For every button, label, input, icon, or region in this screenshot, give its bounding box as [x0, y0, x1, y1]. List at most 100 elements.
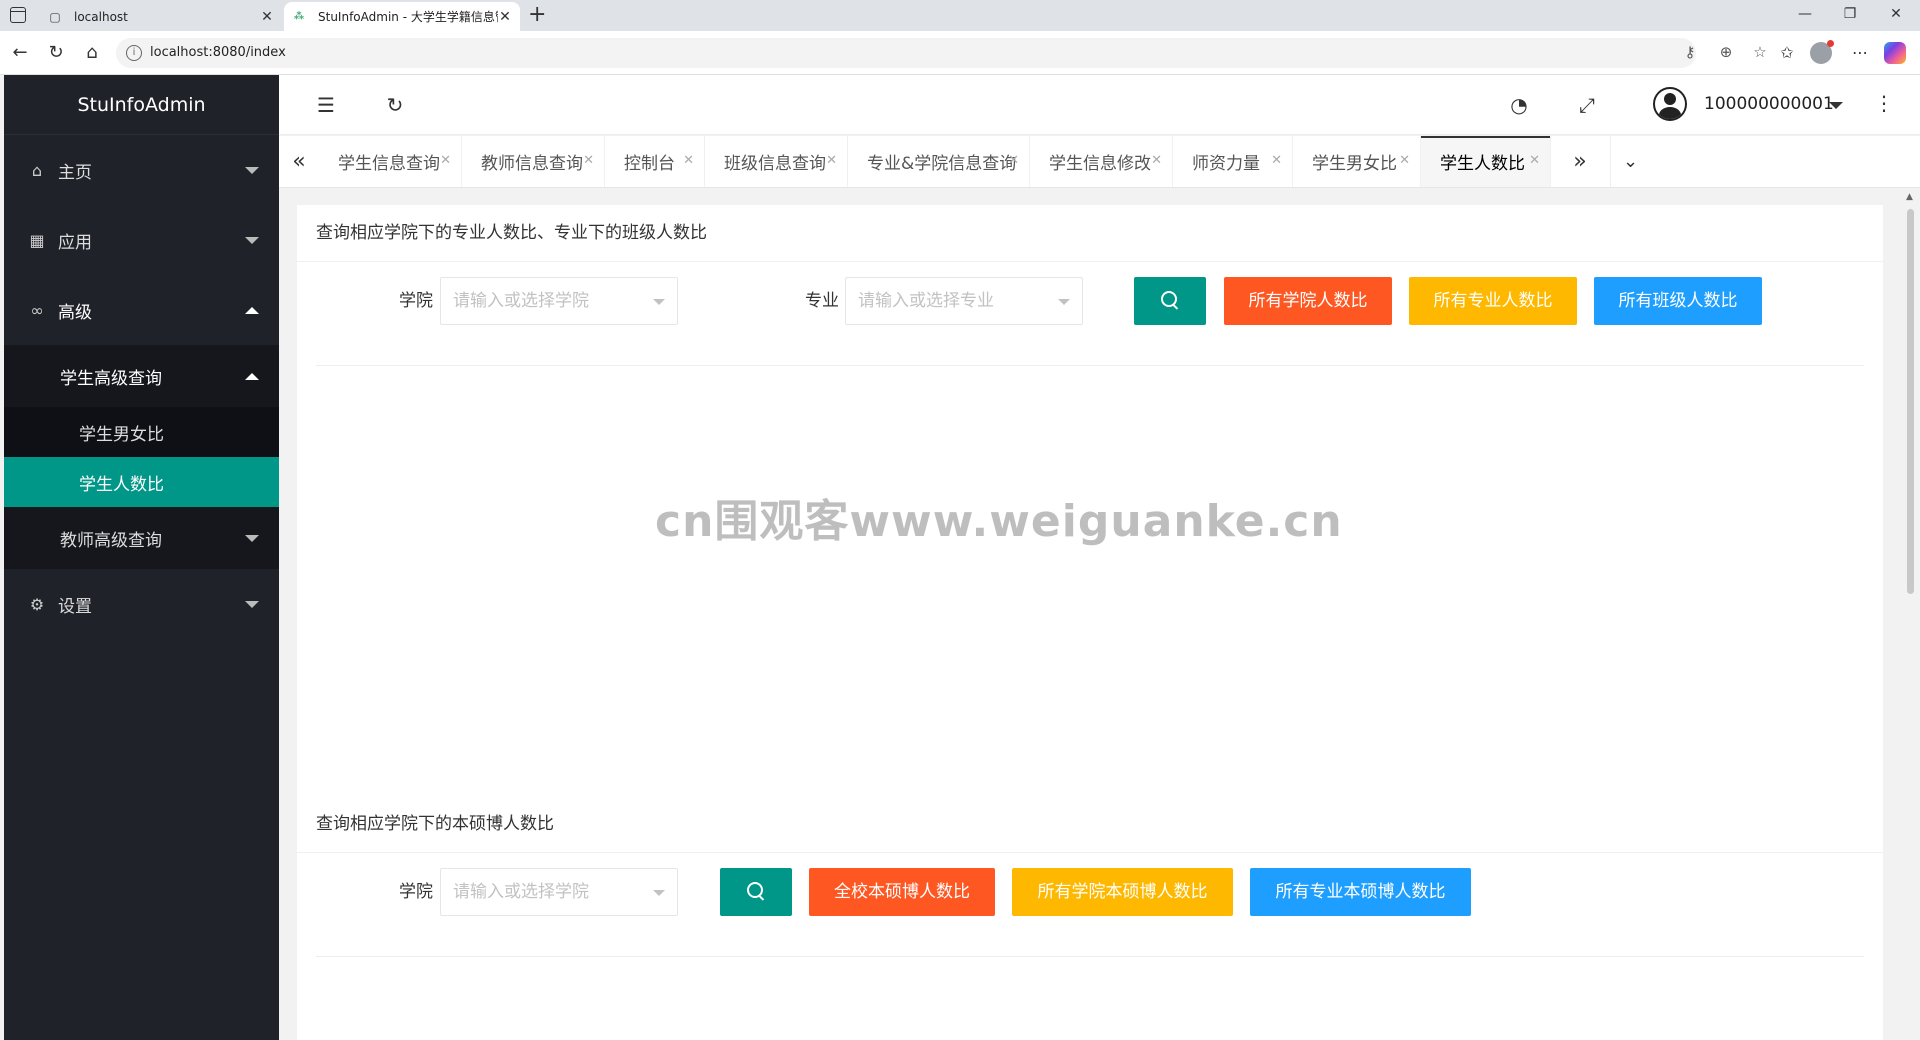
tab-major-college-info-query[interactable]: 专业&学院信息查询 ✕	[848, 136, 1030, 187]
close-icon[interactable]: ✕	[1399, 153, 1410, 168]
tab-label: 学生男女比	[1312, 154, 1397, 174]
scroll-up-icon[interactable]: ▲	[1906, 192, 1913, 202]
close-icon[interactable]: ✕	[440, 153, 451, 168]
browser-tab-title: localhost	[74, 9, 128, 24]
tabs-dropdown-chevron-icon[interactable]: ⌄	[1610, 136, 1650, 187]
content-card: 查询相应学院下的专业人数比、专业下的班级人数比 学院 专业 所有学院人数比 所有…	[297, 205, 1883, 1040]
school-degree-ratio-button[interactable]: 全校本硕博人数比	[809, 868, 995, 916]
fullscreen-icon[interactable]: ⤢	[1575, 93, 1599, 117]
window-menu-icon[interactable]	[10, 7, 26, 23]
search-button[interactable]	[1134, 277, 1206, 325]
site-favicon-icon: ⁂	[293, 10, 305, 22]
close-icon[interactable]: ✕	[1008, 153, 1019, 168]
major-select[interactable]	[845, 277, 1083, 325]
more-vertical-icon[interactable]: ⋮	[1874, 91, 1894, 115]
section-title: 查询相应学院下的专业人数比、专业下的班级人数比	[316, 223, 707, 243]
profile-avatar[interactable]	[1810, 40, 1834, 64]
all-colleges-degree-ratio-button[interactable]: 所有学院本硕博人数比	[1012, 868, 1233, 916]
sidebar-item-apps[interactable]: ▦ 应用	[4, 205, 279, 275]
chevron-up-icon	[245, 307, 259, 314]
chevron-down-icon[interactable]	[1829, 102, 1843, 109]
tab-student-info-edit[interactable]: 学生信息修改 ✕	[1030, 136, 1173, 187]
close-tab-icon[interactable]: ✕	[260, 9, 274, 25]
tab-label: 教师信息查询	[481, 154, 583, 174]
site-info-icon[interactable]: i	[126, 45, 142, 61]
chevron-down-icon[interactable]	[653, 890, 665, 896]
all-colleges-ratio-button[interactable]: 所有学院人数比	[1224, 277, 1392, 325]
divider	[297, 852, 1883, 853]
major-input[interactable]	[846, 278, 1082, 324]
sidebar-item-teacher-advanced-query[interactable]: 教师高级查询	[4, 507, 279, 569]
tab-student-info-query[interactable]: 学生信息查询 ✕	[319, 136, 462, 187]
college-input-2[interactable]	[441, 869, 677, 915]
more-icon[interactable]: ⋯	[1848, 41, 1872, 65]
browser-tab-stuinfoadmin[interactable]: ⁂ StuInfoAdmin - 大学生学籍信息管 ✕	[284, 2, 520, 31]
chevron-up-icon	[245, 373, 259, 380]
url-field[interactable]: i localhost:8080/index ⚷ ⊕ ☆	[116, 38, 1767, 68]
minimize-icon[interactable]: —	[1795, 6, 1815, 22]
close-icon[interactable]: ✕	[1151, 153, 1162, 168]
tab-student-count-ratio[interactable]: 学生人数比 ✕	[1421, 136, 1551, 187]
tabs-scroll-right-icon[interactable]: »	[1560, 136, 1600, 187]
content-scrollbar[interactable]: ▲	[1901, 189, 1920, 1040]
close-tab-icon[interactable]: ✕	[498, 9, 512, 25]
new-tab-icon[interactable]: +	[528, 3, 546, 27]
close-icon[interactable]: ✕	[583, 153, 594, 168]
sidebar-item-label: 主页	[58, 162, 92, 183]
sidebar-item-settings[interactable]: ⚙ 设置	[4, 569, 279, 639]
major-label: 专业	[805, 291, 839, 311]
all-classes-ratio-button[interactable]: 所有班级人数比	[1594, 277, 1762, 325]
close-icon[interactable]: ✕	[1271, 153, 1282, 168]
tab-faculty-strength[interactable]: 师资力量 ✕	[1173, 136, 1293, 187]
refresh-icon[interactable]: ↻	[383, 93, 407, 117]
close-icon[interactable]: ✕	[683, 153, 694, 168]
theme-palette-icon[interactable]: ◔	[1507, 93, 1531, 117]
college-input[interactable]	[441, 278, 677, 324]
main-content: 查询相应学院下的专业人数比、专业下的班级人数比 学院 专业 所有学院人数比 所有…	[279, 189, 1901, 1040]
chevron-down-icon[interactable]	[653, 299, 665, 305]
back-icon[interactable]: ←	[8, 41, 32, 65]
tab-student-gender-ratio[interactable]: 学生男女比 ✕	[1293, 136, 1421, 187]
infinity-icon: ∞	[30, 300, 44, 320]
all-majors-ratio-button[interactable]: 所有专业人数比	[1409, 277, 1577, 325]
favorite-star-icon[interactable]: ☆	[1750, 43, 1770, 61]
sidebar-item-student-gender-ratio[interactable]: 学生男女比	[4, 407, 279, 457]
tab-class-info-query[interactable]: 班级信息查询 ✕	[705, 136, 848, 187]
browser-tab-localhost[interactable]: ▢ localhost ✕	[40, 2, 282, 31]
college-select-2[interactable]	[440, 868, 678, 916]
chevron-down-icon[interactable]	[1058, 299, 1070, 305]
sidebar-item-home[interactable]: ⌂ 主页	[4, 135, 279, 205]
address-bar: ← ↻ ⌂ i localhost:8080/index ⚷ ⊕ ☆ ✩ ⋯	[0, 31, 1920, 75]
scroll-thumb[interactable]	[1907, 209, 1914, 594]
app-logo: StuInfoAdmin	[4, 75, 279, 135]
zoom-icon[interactable]: ⊕	[1716, 43, 1736, 61]
tab-console[interactable]: 控制台 ✕	[605, 136, 705, 187]
sidebar-item-student-advanced-query[interactable]: 学生高级查询	[4, 345, 279, 407]
sidebar-item-student-count-ratio[interactable]: 学生人数比	[4, 457, 279, 507]
advanced-submenu: 学生高级查询 学生男女比 学生人数比 教师高级查询	[4, 345, 279, 569]
close-window-icon[interactable]: ✕	[1886, 6, 1906, 22]
favorites-icon[interactable]: ✩	[1775, 41, 1799, 65]
key-icon[interactable]: ⚷	[1680, 43, 1700, 61]
page-icon: ▢	[49, 9, 61, 24]
home-icon[interactable]: ⌂	[80, 41, 104, 65]
avatar[interactable]	[1653, 87, 1687, 121]
url-text[interactable]: localhost:8080/index	[150, 45, 286, 60]
sidebar: StuInfoAdmin ⌂ 主页 ▦ 应用 ∞ 高级 学生高级查询 学生男女比…	[4, 75, 279, 1040]
close-icon[interactable]: ✕	[826, 153, 837, 168]
tabs-scroll-left-icon[interactable]: «	[279, 136, 319, 187]
user-name[interactable]: 100000000001	[1704, 94, 1834, 114]
close-icon[interactable]: ✕	[1529, 153, 1540, 168]
tab-teacher-info-query[interactable]: 教师信息查询 ✕	[462, 136, 605, 187]
copilot-icon[interactable]	[1884, 42, 1906, 64]
collapse-menu-icon[interactable]: ☰	[314, 93, 338, 117]
college-select[interactable]	[440, 277, 678, 325]
apps-icon: ▦	[29, 230, 45, 250]
restore-icon[interactable]: ❐	[1840, 6, 1860, 22]
tab-label: 班级信息查询	[724, 154, 826, 174]
all-majors-degree-ratio-button[interactable]: 所有专业本硕博人数比	[1250, 868, 1471, 916]
sidebar-item-advanced[interactable]: ∞ 高级	[4, 275, 279, 345]
search-icon	[1161, 290, 1179, 309]
search-button-2[interactable]	[720, 868, 792, 916]
reload-icon[interactable]: ↻	[44, 41, 68, 65]
